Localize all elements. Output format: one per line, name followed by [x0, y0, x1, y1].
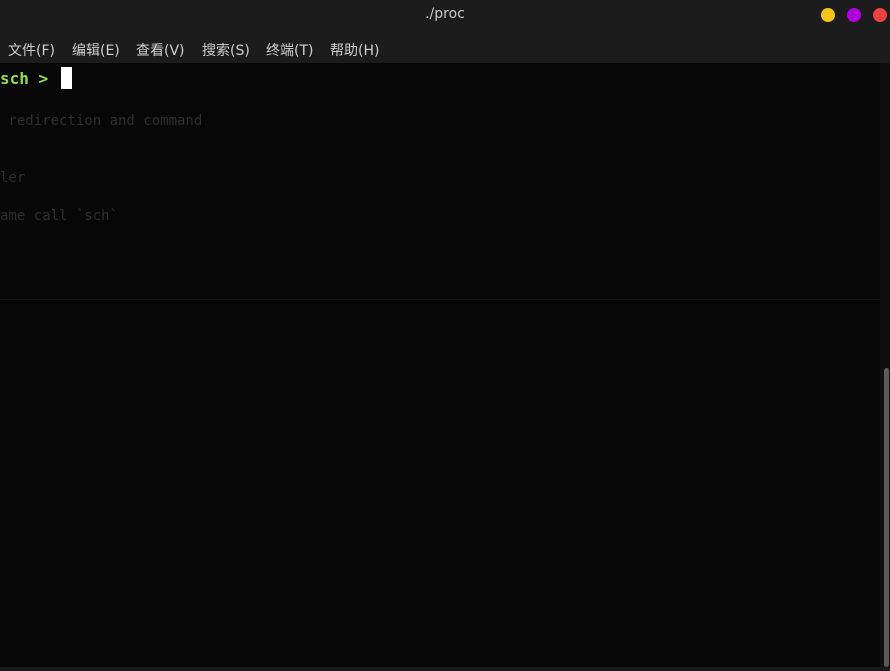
menu-search[interactable]: 搜索(S)	[202, 40, 250, 60]
menu-file[interactable]: 文件(F)	[8, 40, 55, 60]
terminal-window: ./proc 文件(F) 编辑(E) 查看(V) 搜索(S) 终端(T) 帮助(…	[0, 0, 890, 671]
minimize-button[interactable]	[821, 8, 835, 22]
scrollbar-thumb[interactable]	[884, 368, 889, 667]
menu-terminal[interactable]: 终端(T)	[266, 40, 313, 60]
close-button[interactable]	[873, 8, 887, 22]
menu-bar: 文件(F) 编辑(E) 查看(V) 搜索(S) 终端(T) 帮助(H)	[0, 33, 890, 64]
window-title: ./proc	[425, 6, 465, 22]
prompt-line[interactable]: sch >	[0, 67, 72, 89]
vertical-scrollbar[interactable]	[880, 63, 890, 667]
terminal-area[interactable]: sch > redirection and command ler ame ca…	[0, 63, 880, 667]
ghost-divider	[0, 299, 880, 300]
menu-view[interactable]: 查看(V)	[136, 40, 185, 60]
ghost-text-line: ame call `sch`	[0, 208, 119, 224]
menu-help[interactable]: 帮助(H)	[330, 40, 379, 60]
ghost-text-line: ler	[0, 170, 26, 186]
window-bottom-edge	[0, 667, 890, 671]
text-cursor	[60, 67, 72, 89]
shell-prompt: sch >	[0, 69, 58, 88]
title-bar[interactable]: ./proc	[0, 0, 890, 33]
maximize-button[interactable]	[847, 8, 861, 22]
menu-edit[interactable]: 编辑(E)	[72, 40, 120, 60]
ghost-text-line: redirection and command	[0, 113, 203, 129]
